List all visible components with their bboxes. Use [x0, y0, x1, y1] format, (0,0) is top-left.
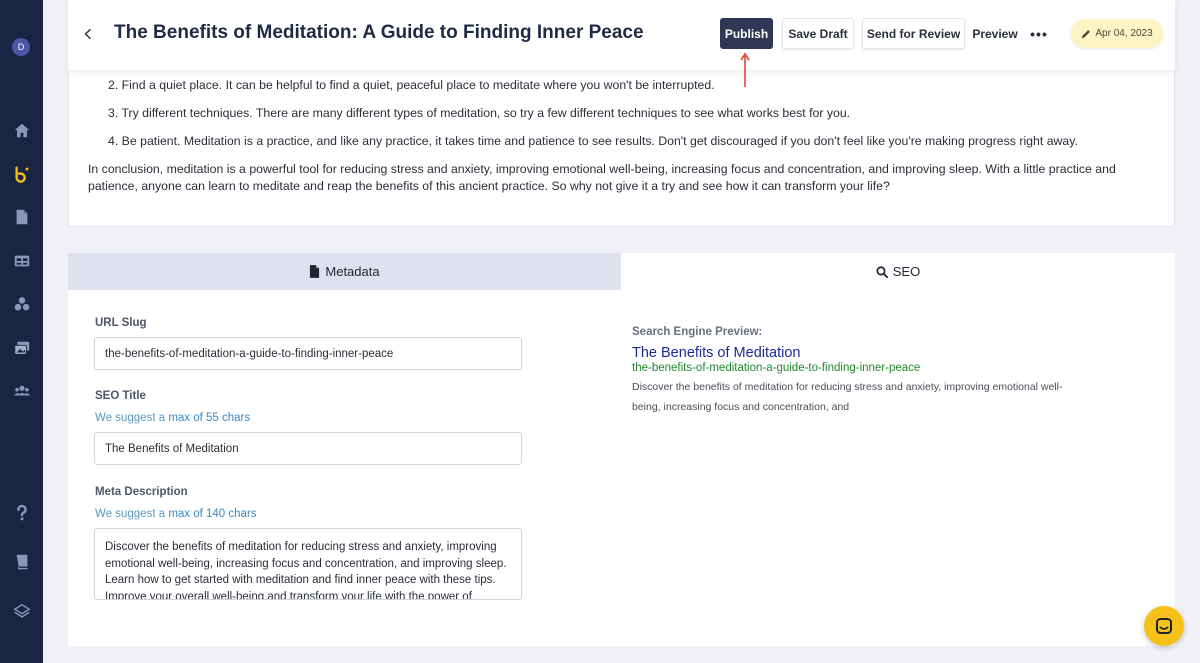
search-preview-description: Discover the benefits of meditation for …	[632, 381, 1063, 413]
metadata-seo-panel: Metadata SEO URL Slug SEO Title We sugge…	[68, 253, 1175, 646]
tab-metadata-label: Metadata	[325, 264, 380, 279]
seo-title-label: SEO Title	[95, 390, 146, 402]
pencil-icon	[1082, 29, 1091, 38]
url-slug-input[interactable]	[94, 337, 522, 370]
seo-title-input[interactable]	[94, 432, 522, 465]
sidebar: D	[0, 0, 43, 663]
list-item: 3. Try different techniques. There are m…	[108, 106, 851, 120]
send-for-review-button[interactable]: Send for Review	[862, 18, 965, 49]
search-icon	[876, 265, 888, 278]
preview-button[interactable]: Preview	[970, 18, 1020, 49]
home-icon[interactable]	[11, 120, 32, 141]
table-icon[interactable]	[11, 250, 32, 271]
list-item: 2. Find a quiet place. It can be helpful…	[108, 78, 715, 92]
tab-seo[interactable]: SEO	[621, 253, 1175, 290]
tab-metadata[interactable]: Metadata	[68, 253, 621, 290]
document-icon[interactable]	[11, 206, 32, 227]
search-preview-heading: Search Engine Preview:	[632, 326, 763, 338]
meta-description-label: Meta Description	[95, 486, 188, 498]
page-title: The Benefits of Meditation: A Guide to F…	[114, 22, 644, 43]
article-content[interactable]: 2. Find a quiet place. It can be helpful…	[68, 62, 1175, 227]
list-item: 4. Be patient. Meditation is a practice,…	[108, 134, 1078, 148]
publish-date: Apr 04, 2023	[1095, 28, 1153, 39]
seo-title-hint: We suggest a max of 55 chars	[95, 412, 250, 424]
meta-description-textarea[interactable]: Discover the benefits of meditation for …	[94, 528, 522, 600]
book-icon[interactable]	[11, 551, 32, 572]
meta-description-limit-link[interactable]: max of 140 chars	[168, 508, 256, 520]
seo-title-hint-text: We suggest a	[95, 412, 169, 424]
more-options-button[interactable]: •••	[1026, 18, 1052, 49]
help-icon[interactable]	[11, 502, 32, 523]
search-preview-url: the-benefits-of-meditation-a-guide-to-fi…	[632, 362, 921, 374]
chevron-left-icon	[84, 28, 91, 40]
brand-icon[interactable]	[11, 163, 32, 184]
publish-button[interactable]: Publish	[720, 18, 773, 49]
users-icon[interactable]	[11, 380, 32, 401]
editor-header: The Benefits of Meditation: A Guide to F…	[68, 0, 1175, 70]
annotation-arrow-icon	[740, 52, 750, 87]
chat-button[interactable]	[1144, 606, 1184, 646]
components-icon[interactable]	[11, 293, 32, 314]
publish-date-badge[interactable]: Apr 04, 2023	[1071, 19, 1163, 48]
save-draft-button[interactable]: Save Draft	[782, 18, 854, 49]
media-icon[interactable]	[11, 337, 32, 358]
tab-seo-label: SEO	[892, 264, 921, 279]
conclusion-paragraph: In conclusion, meditation is a powerful …	[88, 162, 1116, 193]
file-icon	[310, 265, 320, 278]
seo-title-limit-link[interactable]: max of 55 chars	[168, 412, 250, 424]
meta-description-hint-text: We suggest a	[95, 508, 169, 520]
chat-icon	[1156, 618, 1172, 634]
url-slug-label: URL Slug	[95, 317, 147, 329]
meta-description-hint: We suggest a max of 140 chars	[95, 508, 257, 520]
layers-icon[interactable]	[11, 600, 32, 621]
avatar[interactable]: D	[12, 38, 30, 56]
search-preview-title: The Benefits of Meditation	[632, 345, 801, 361]
back-button[interactable]	[80, 24, 96, 44]
